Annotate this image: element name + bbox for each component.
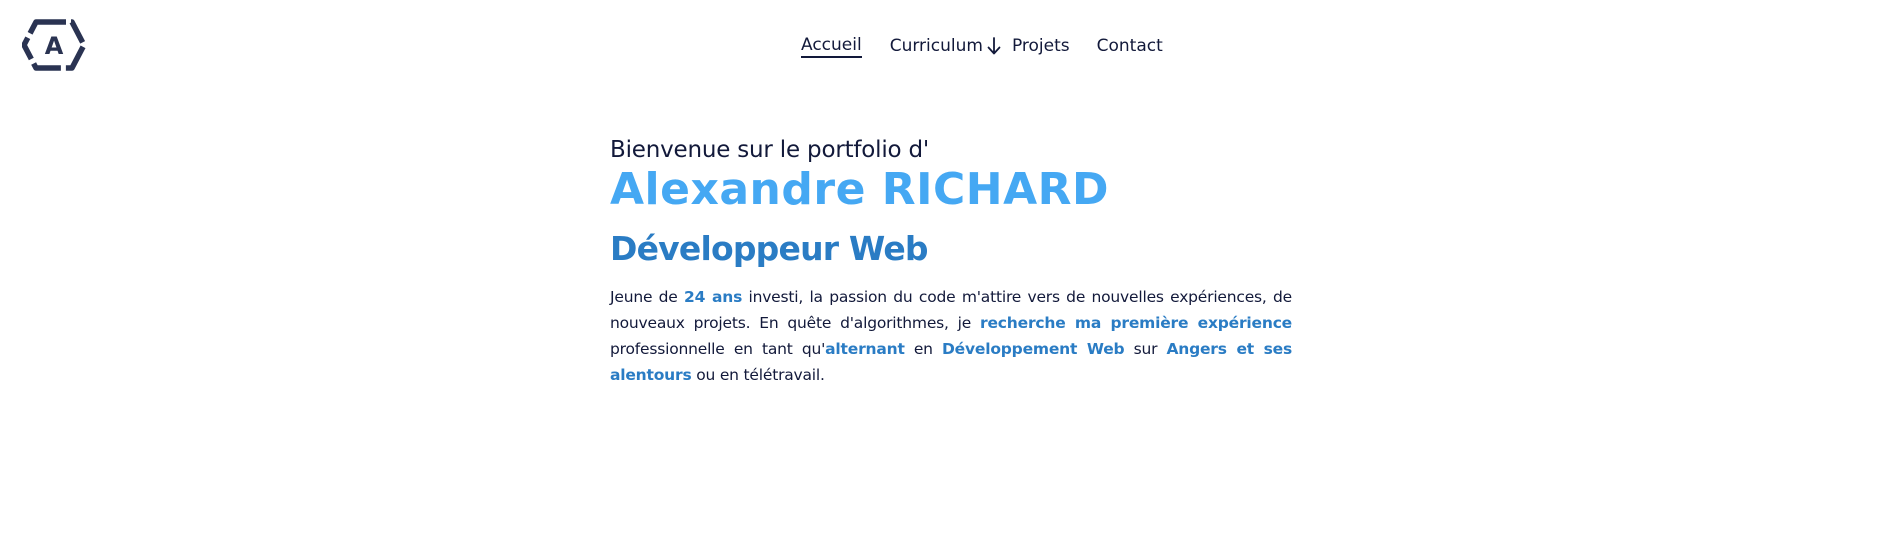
nav-item-projets[interactable]: Projets xyxy=(1012,36,1070,56)
bio-highlight-search: recherche ma première expérience xyxy=(980,314,1292,332)
bio-text: professionnelle en tant qu' xyxy=(610,340,826,358)
nav-item-contact[interactable]: Contact xyxy=(1097,36,1163,56)
welcome-text: Bienvenue sur le portfolio d' xyxy=(610,137,930,163)
main-nav: Accueil Curriculum Projets Contact xyxy=(801,34,1163,58)
bio-text: ou en télétravail. xyxy=(691,366,825,384)
logo-letter: A xyxy=(45,32,64,60)
bio-text: en xyxy=(904,340,943,358)
nav-item-curriculum[interactable]: Curriculum xyxy=(890,36,1001,56)
nav-item-label: Accueil xyxy=(801,34,862,55)
nav-item-label: Projets xyxy=(1011,36,1070,56)
job-title: Développeur Web xyxy=(610,229,929,268)
bio-highlight-alternant: alternant xyxy=(825,340,905,358)
nav-item-accueil[interactable]: Accueil xyxy=(801,35,862,58)
hero-section: Bienvenue sur le portfolio d' Alexandre … xyxy=(610,136,1292,388)
hexagon-logo-icon: A xyxy=(22,19,86,71)
bio-text: Jeune de xyxy=(610,288,684,306)
arrow-down-icon xyxy=(987,36,1001,56)
owner-name: Alexandre RICHARD xyxy=(610,164,1110,215)
nav-item-label: Contact xyxy=(1096,36,1163,56)
bio-highlight-dev: Développement Web xyxy=(942,340,1125,358)
bio-paragraph: Jeune de 24 ans investi, la passion du c… xyxy=(610,284,1292,388)
bio-text: sur xyxy=(1124,340,1167,358)
nav-item-label: Curriculum xyxy=(889,36,983,56)
page: A Accueil Curriculum Projets Contact Bie… xyxy=(0,0,1898,536)
site-logo[interactable]: A xyxy=(22,14,86,76)
bio-highlight-age: 24 ans xyxy=(683,288,743,306)
